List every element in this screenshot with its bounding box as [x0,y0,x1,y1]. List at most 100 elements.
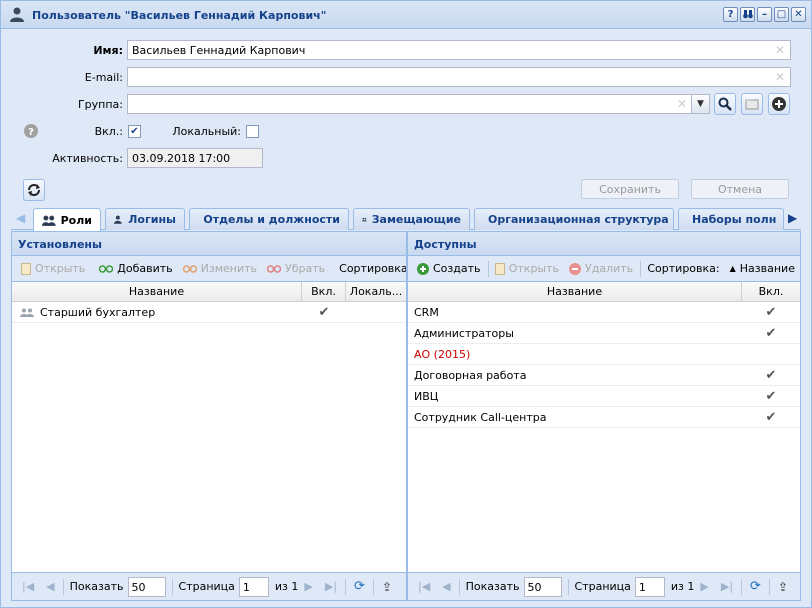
row-name: Сотрудник Call-центра [414,410,547,424]
edit-button[interactable]: Изменить [178,262,262,275]
table-row[interactable]: АО (2015) [408,344,800,365]
next-page-icon[interactable]: ▶ [298,580,318,593]
users-icon [20,308,34,317]
clear-icon[interactable]: ✕ [775,43,785,57]
plus-circle-icon [772,97,786,111]
tab-substitutes[interactable]: Замещающие [353,208,470,230]
enabled-label: Вкл.: [94,125,123,138]
tab-scroll-left-icon[interactable]: ◀ [16,211,25,225]
prev-page-icon[interactable]: ◀ [40,580,60,593]
table-row[interactable]: Договорная работа ✔ [408,365,800,386]
save-button[interactable]: Сохранить [581,179,679,199]
tab-departments[interactable]: Отделы и должности [189,208,349,230]
binoculars-button[interactable] [740,7,755,22]
remove-label: Убрать [285,262,326,275]
page-input[interactable]: 1 [634,576,665,597]
column-name[interactable]: Название [408,282,742,301]
export-icon[interactable]: ⇪ [376,580,398,594]
page-size-input[interactable]: 50 [523,576,562,597]
check-icon: ✔ [765,388,777,404]
delete-label: Удалить [585,262,634,275]
clear-icon[interactable]: ✕ [677,97,687,111]
local-label: Локальный: [172,125,241,138]
page-input[interactable]: 1 [238,576,269,597]
last-page-icon[interactable]: ▶| [715,580,739,593]
check-icon [742,344,800,364]
minimize-button[interactable]: – [757,7,772,22]
activity-label: Активность: [52,152,123,165]
cancel-button[interactable]: Отмена [691,179,789,199]
tab-logins[interactable]: Логины [105,208,185,230]
local-checkbox[interactable] [246,125,259,138]
prev-page-icon[interactable]: ◀ [436,580,456,593]
add-group-button[interactable] [768,93,790,115]
email-label: E-mail: [84,71,123,84]
name-field[interactable]: Васильев Геннадий Карпович ✕ [127,40,791,60]
page-size-input[interactable]: 50 [127,576,166,597]
open-button[interactable]: Открыть [16,262,90,275]
folder-button[interactable] [741,93,763,115]
document-icon [21,262,31,275]
tab-label: Наборы полн [692,213,777,226]
sort-asc-icon: ▲ [729,264,736,273]
table-row[interactable]: ИВЦ ✔ [408,386,800,407]
window-title: Пользователь "Васильев Геннадий Карпович… [32,9,327,22]
search-button[interactable] [714,93,736,115]
column-name[interactable]: Название [12,282,302,301]
chevron-down-icon[interactable]: ▼ [691,95,709,113]
delete-button[interactable]: Удалить [564,262,638,275]
export-icon[interactable]: ⇪ [772,580,794,594]
activity-field[interactable]: 03.09.2018 17:00 [127,148,263,168]
sort-by-name-button[interactable]: ▲ Название [725,262,800,275]
user-icon [10,7,24,22]
table-row[interactable]: Старший бухгалтер ✔ [12,302,406,323]
row-name: Администраторы [414,326,514,340]
refresh-button[interactable] [23,179,45,201]
page-label: Страница [178,580,235,593]
check-icon: ✔ [318,304,330,320]
close-button[interactable]: ✕ [791,7,806,22]
tab-permission-sets[interactable]: Наборы полн [678,208,784,230]
document-icon [494,262,505,275]
next-page-icon[interactable]: ▶ [694,580,714,593]
tab-scroll-right-icon[interactable]: ▶ [788,211,797,225]
first-page-icon[interactable]: |◀ [16,580,40,593]
pager-separator [171,578,173,595]
available-panel: Доступны Создать Открыть Удалить Сортиро… [407,231,801,601]
pager-separator [372,578,374,595]
refresh-icon[interactable]: ⟳ [348,579,371,594]
tab-org-structure[interactable]: Организационная структура [474,208,674,230]
open-label: Открыть [508,262,560,275]
maximize-button[interactable]: □ [774,7,789,22]
row-name: Договорная работа [414,368,527,382]
page-label: Страница [574,580,631,593]
column-enabled[interactable]: Вкл. [742,282,800,301]
table-row[interactable]: CRM ✔ [408,302,800,323]
tab-label: Организационная структура [488,213,669,226]
clear-icon[interactable]: ✕ [775,70,785,84]
open-button[interactable]: Открыть [490,262,564,275]
tab-roles[interactable]: Роли [33,208,101,231]
tab-strip: ◀ Роли Логины Отделы и должности Замещаю… [11,206,801,231]
create-button[interactable]: Создать [412,262,486,275]
edit-label: Изменить [200,262,258,275]
table-row[interactable]: Сотрудник Call-центра ✔ [408,407,800,428]
column-enabled[interactable]: Вкл. [302,282,346,301]
refresh-icon[interactable]: ⟳ [744,579,767,594]
check-icon: ✔ [765,325,777,341]
help-button[interactable]: ? [723,7,738,22]
column-local[interactable]: Локаль... [346,282,406,301]
group-field[interactable]: ✕ ▼ [127,94,710,114]
check-icon: ✔ [765,367,777,383]
sort-label: Сортировка: [647,262,720,275]
last-page-icon[interactable]: ▶| [319,580,343,593]
remove-button[interactable]: Убрать [262,262,330,275]
plus-circle-icon [417,262,429,275]
add-button[interactable]: Добавить [94,262,177,275]
pager-separator [741,578,743,595]
group-label: Группа: [77,98,123,111]
window-titlebar[interactable]: Пользователь "Васильев Геннадий Карпович… [1,1,811,29]
table-row[interactable]: Администраторы ✔ [408,323,800,344]
first-page-icon[interactable]: |◀ [412,580,436,593]
email-field[interactable]: ✕ [127,67,791,87]
